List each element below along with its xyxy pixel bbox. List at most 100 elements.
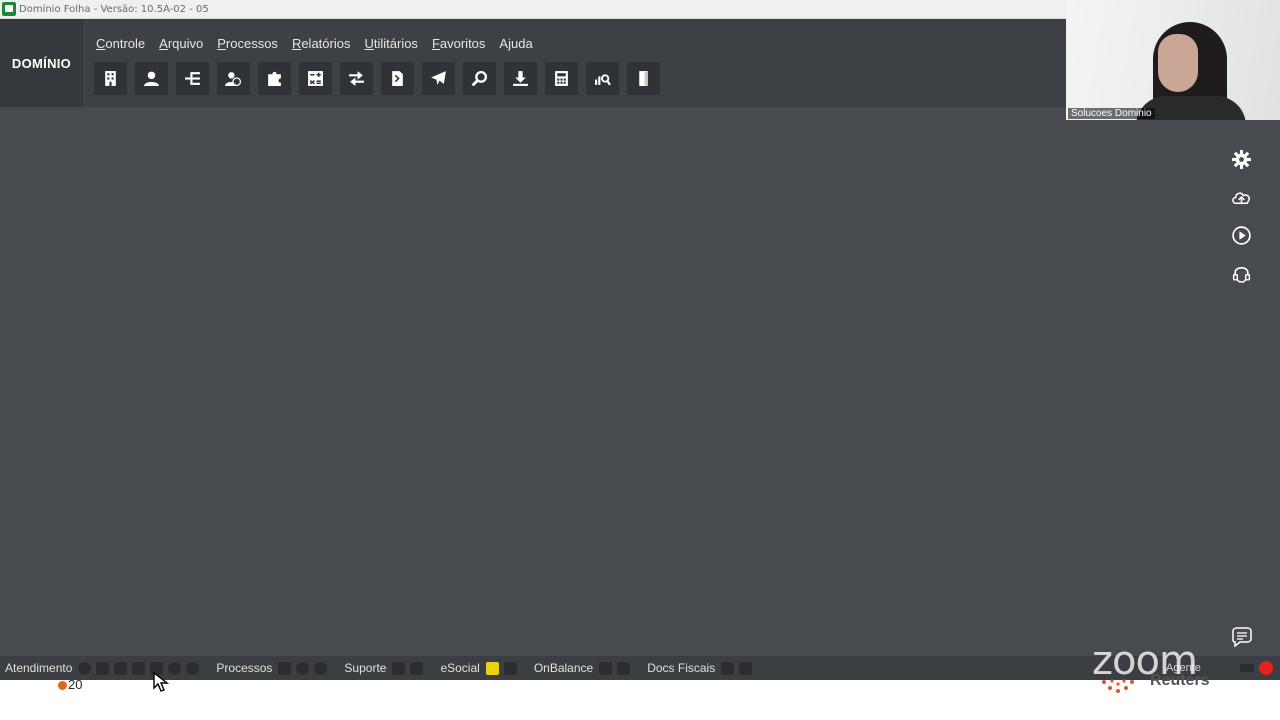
support-button[interactable]: [1226, 263, 1256, 284]
message-icon[interactable]: [96, 661, 110, 675]
video-thumbnail[interactable]: Solucoes Dominio: [1066, 0, 1280, 120]
download-small-icon[interactable]: [617, 661, 631, 675]
menu-processos-label: rocessos: [225, 36, 278, 51]
employee-button[interactable]: [135, 62, 168, 95]
chart-search-icon: [595, 74, 611, 86]
menu-favoritos-mnemonic: F: [431, 36, 440, 51]
suporte-label[interactable]: Suporte: [344, 661, 386, 675]
download-icon: [513, 71, 528, 86]
transfer-icon: [349, 71, 364, 86]
document-button[interactable]: [381, 62, 414, 95]
menu-favoritos[interactable]: Favoritos: [425, 36, 492, 51]
chat-icon: [1232, 627, 1252, 648]
play-icon: [1231, 226, 1251, 245]
check-icon[interactable]: [278, 661, 292, 675]
settings-button[interactable]: [1226, 149, 1256, 170]
participant-face: [1158, 34, 1198, 92]
menu-utilitarios-label: tilitários: [373, 36, 418, 51]
processos-label[interactable]: Processos: [216, 661, 272, 675]
notification-count: 20: [68, 677, 83, 692]
notification-dot: [58, 681, 67, 690]
docs-chat-icon[interactable]: [721, 661, 735, 675]
puzzle-icon: [268, 71, 281, 86]
agent-bar-icon[interactable]: [1240, 664, 1254, 672]
building-button[interactable]: [94, 62, 127, 95]
search-icon: [471, 70, 488, 87]
app-icon: [2, 2, 16, 16]
cloud-upload-icon: [1231, 192, 1250, 205]
process-circle-icon[interactable]: [296, 661, 310, 675]
calculator-icon: [555, 71, 568, 86]
menu-favoritos-label: avoritos: [439, 36, 486, 51]
cloud-upload-button[interactable]: [1226, 187, 1256, 208]
chat-button[interactable]: [1227, 627, 1257, 649]
esocial-label[interactable]: eSocial: [440, 661, 479, 675]
atendimento-label[interactable]: Atendimento: [5, 661, 72, 675]
menu-controle[interactable]: Controle: [89, 36, 152, 51]
download-button[interactable]: [504, 62, 537, 95]
document-icon: [392, 71, 403, 86]
window-title: Domínio Folha - Versão: 10.5A-02 - 05: [19, 3, 209, 15]
user-search-icon: [225, 72, 242, 87]
document-small-icon[interactable]: [410, 661, 424, 675]
menu-controle-label: ontrole: [105, 36, 146, 51]
menu-arquivo[interactable]: Arquivo: [152, 36, 210, 51]
tree-button[interactable]: [176, 62, 209, 95]
list-icon[interactable]: [114, 661, 128, 675]
add-icon[interactable]: [392, 661, 406, 675]
window-titlebar: Domínio Folha - Versão: 10.5A-02 - 05: [0, 0, 1066, 19]
user-icon[interactable]: [132, 661, 146, 675]
brand-logo-text: DOMÍNIO: [11, 55, 72, 71]
calculator-sheet-icon: [308, 71, 323, 86]
status-bar: Atendimento Processos Suporte eSocial On…: [0, 656, 1280, 680]
building-icon: [105, 71, 116, 86]
menu-utilitarios-mnemonic: U: [364, 36, 374, 51]
airplane-icon: [431, 71, 446, 85]
door-icon: [639, 71, 648, 86]
below-strip: [0, 680, 1280, 720]
menu-relatorios[interactable]: Relatórios: [285, 36, 358, 51]
circle-icon[interactable]: [168, 661, 182, 675]
participant-name: Solucoes Dominio: [1068, 108, 1155, 119]
user-search-button[interactable]: [217, 62, 250, 95]
menubar: Controle Arquivo Processos Relatórios Ut…: [89, 36, 540, 51]
airplane-button[interactable]: [422, 62, 455, 95]
menu-ajuda-label: Ajuda: [499, 36, 533, 51]
menu-utilitarios[interactable]: Utilitários: [357, 36, 424, 51]
search-button[interactable]: [463, 62, 496, 95]
puzzle-button[interactable]: [258, 62, 291, 95]
brand-logo: DOMÍNIO: [0, 19, 83, 107]
process-circle-icon-2[interactable]: [314, 661, 328, 675]
menu-processos[interactable]: Processos: [210, 36, 285, 51]
play-button[interactable]: [1226, 225, 1256, 246]
zoom-watermark: zoom: [1092, 638, 1198, 684]
toolbar: [94, 62, 660, 95]
employee-icon: [144, 71, 159, 86]
esocial-doc-icon[interactable]: [503, 661, 517, 675]
menu-processos-mnemonic: P: [217, 36, 226, 51]
esocial-icon[interactable]: [485, 661, 499, 675]
gear-icon: [1231, 150, 1251, 169]
recording-indicator-icon[interactable]: [1259, 661, 1273, 675]
calculator-sheet-button[interactable]: [299, 62, 332, 95]
right-sidebar: [1226, 149, 1256, 284]
menu-ajuda[interactable]: Ajuda: [492, 36, 539, 51]
menu-arquivo-mnemonic: A: [159, 36, 168, 51]
menu-relatorios-mnemonic: R: [291, 36, 302, 51]
exit-button[interactable]: [627, 62, 660, 95]
onbalance-label[interactable]: OnBalance: [534, 661, 593, 675]
transfer-button[interactable]: [340, 62, 373, 95]
mouse-cursor-icon: [153, 672, 170, 692]
menu-relatorios-label: elatórios: [301, 36, 351, 51]
tree-icon: [185, 72, 200, 85]
menu-controle-mnemonic: C: [96, 36, 106, 51]
calculator-button[interactable]: [545, 62, 578, 95]
docs-fiscais-label[interactable]: Docs Fiscais: [647, 661, 715, 675]
docs-list-icon[interactable]: [739, 661, 753, 675]
chart-search-button[interactable]: [586, 62, 619, 95]
status-right: [1240, 661, 1278, 675]
headset-icon: [1232, 266, 1250, 283]
circle-icon-2[interactable]: [186, 661, 200, 675]
chat-status-icon[interactable]: [78, 661, 92, 675]
mail-icon[interactable]: [599, 661, 613, 675]
